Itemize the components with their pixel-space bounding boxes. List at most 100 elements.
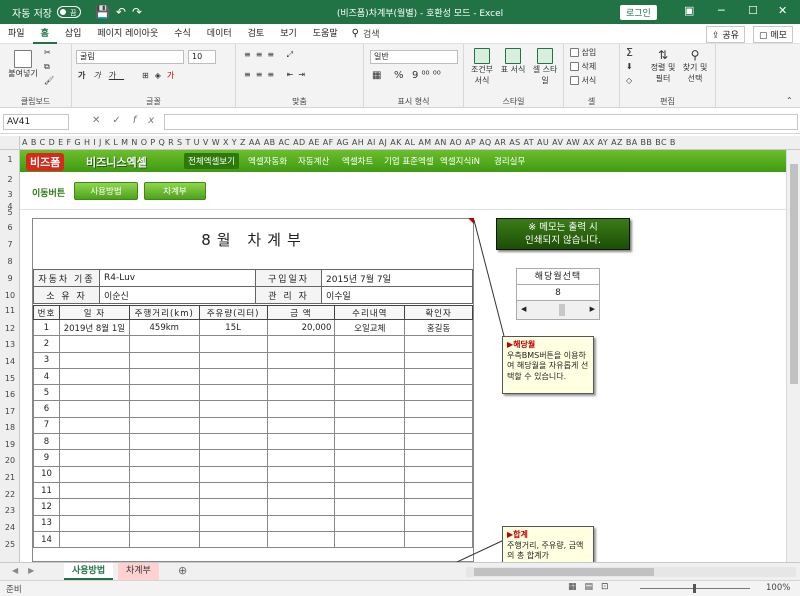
font-style-buttons[interactable]: 가가가 [78, 70, 124, 81]
row-header[interactable]: 22 [0, 490, 20, 499]
font-name-select[interactable]: 굴림 [76, 50, 184, 64]
delete-cells-button[interactable]: 삭제 [570, 61, 596, 72]
tab-page-layout[interactable]: 페이지 레이아웃 [89, 24, 166, 44]
maximize-icon[interactable]: ☐ [748, 4, 758, 17]
row-header[interactable]: 24 [0, 523, 20, 532]
format-painter-icon[interactable]: 🖌 [44, 76, 54, 85]
row-header[interactable]: 12 [0, 324, 20, 333]
row-header[interactable]: 1 [0, 155, 20, 164]
clear-icon[interactable]: ◇ [626, 76, 632, 85]
sort-filter-button[interactable]: ⇅ 정렬 및 필터 [648, 48, 678, 84]
close-icon[interactable]: ✕ [778, 4, 787, 17]
name-box[interactable]: AV41 [3, 114, 69, 130]
scroll-left-icon[interactable]: ◀ [521, 305, 526, 313]
formula-icons[interactable]: ✕✓fx [92, 115, 166, 126]
row-header[interactable]: 17 [0, 407, 20, 416]
ribbon-display-icon[interactable]: ▣ [684, 4, 694, 17]
row-header[interactable]: 3 [0, 190, 20, 199]
find-select-button[interactable]: ⚲ 찾기 및 선택 [680, 48, 710, 84]
row-header[interactable]: 10 [0, 291, 20, 300]
row-header[interactable]: 21 [0, 473, 20, 482]
tab-data[interactable]: 데이터 [199, 24, 240, 44]
autosave-toggle[interactable]: 끔 [56, 6, 81, 18]
search-icon[interactable]: ⚲ [352, 28, 359, 39]
scroll-thumb[interactable] [790, 164, 798, 384]
row-header[interactable]: 18 [0, 423, 20, 432]
format-icon [570, 76, 579, 85]
worksheet-grid[interactable]: 비즈폼 비즈니스엑셀 전체엑셀보기 엑셀자동화 자동계산 엑셀차트 기업 표준엑… [20, 150, 786, 562]
month-value[interactable]: 8 [517, 285, 599, 301]
sheet-tab-ledger[interactable]: 차계부 [118, 563, 159, 580]
fill-icon[interactable]: ⬇ [626, 62, 633, 71]
formula-input[interactable] [164, 114, 798, 130]
row-header[interactable]: 5 [0, 208, 20, 217]
horizontal-scrollbar[interactable] [466, 567, 796, 577]
tab-view[interactable]: 보기 [272, 24, 305, 44]
copy-icon[interactable]: ⧉ [44, 62, 50, 72]
tab-formulas[interactable]: 수식 [166, 24, 199, 44]
vertical-align-icons[interactable]: ≡≡≡ ⤢ [244, 50, 298, 60]
row-header[interactable]: 23 [0, 506, 20, 515]
view-buttons[interactable]: ▦▤⊡ [568, 582, 617, 592]
row-header[interactable]: 16 [0, 390, 20, 399]
tab-home[interactable]: 홈 [32, 24, 57, 44]
row-header[interactable]: 15 [0, 374, 20, 383]
scroll-right-icon[interactable]: ▶ [590, 305, 595, 313]
autosave-state: 끔 [69, 9, 77, 17]
tab-file[interactable]: 파일 [0, 24, 33, 44]
month-scrollbar[interactable]: ◀ ▶ [517, 301, 599, 319]
login-button[interactable]: 로그인 [620, 5, 657, 20]
add-sheet-icon[interactable]: ⊕ [178, 564, 187, 577]
paste-button[interactable]: 붙여넣기 [8, 50, 38, 79]
sheet-tab-usage[interactable]: 사용방법 [64, 563, 114, 580]
comment-total[interactable]: ▶합계 주행거리, 주유량, 금액의 총 합계가 [502, 526, 594, 562]
font-size-select[interactable]: 10 [188, 50, 216, 64]
cut-icon[interactable]: ✂ [44, 48, 51, 57]
vertical-scrollbar[interactable] [786, 150, 800, 562]
row-header[interactable]: 8 [0, 257, 20, 266]
insert-cells-button[interactable]: 삽입 [570, 47, 596, 58]
conditional-format-button[interactable]: 조건부 서식 [468, 48, 496, 86]
font-color-buttons[interactable]: ⊞◈가 [142, 70, 180, 81]
row-header[interactable]: 13 [0, 340, 20, 349]
row-header[interactable]: 2 [0, 175, 20, 184]
row-header[interactable]: 7 [0, 240, 20, 249]
percent-button[interactable]: % [394, 70, 404, 81]
tab-help[interactable]: 도움말 [305, 24, 346, 44]
cell-style-button[interactable]: 셀 스타일 [530, 48, 560, 86]
comma-icon[interactable]: 9 ⁰⁰ ⁰⁰ [412, 70, 441, 81]
comments-button[interactable]: ▢ 메모 [753, 26, 793, 43]
row-header[interactable]: 9 [0, 274, 20, 283]
scroll-thumb[interactable] [559, 304, 565, 316]
row-header[interactable]: 20 [0, 456, 20, 465]
column-letters[interactable]: A B C D E F G H I J K L M N O P Q R S T … [22, 138, 676, 147]
format-table-button[interactable]: 표 서식 [500, 48, 526, 75]
scroll-thumb[interactable] [474, 568, 654, 576]
search-box[interactable]: 검색 [363, 27, 380, 40]
row-header[interactable]: 6 [0, 223, 20, 232]
row-header[interactable]: 25 [0, 540, 20, 549]
row-header[interactable]: 14 [0, 357, 20, 366]
comment-month[interactable]: ▶해당월 우측BMS버튼을 이용하여 해당월을 자유롭게 선택할 수 있습니다. [502, 336, 594, 394]
minimize-icon[interactable]: ─ [718, 4, 725, 17]
share-button[interactable]: ⇪ 공유 [706, 26, 745, 43]
tab-insert[interactable]: 삽입 [57, 24, 90, 44]
tab-review[interactable]: 검토 [240, 24, 273, 44]
quick-access-toolbar[interactable]: 💾↶↷ [95, 5, 148, 19]
zoom-slider[interactable] [640, 584, 750, 593]
format-cells-button[interactable]: 서식 [570, 75, 596, 86]
sheet-nav-arrows[interactable]: ◀▶ [12, 566, 44, 575]
horizontal-align-icons[interactable]: ≡≡≡ ⇤⇥ [244, 70, 310, 79]
autosum-icon[interactable]: Σ [626, 46, 633, 59]
currency-icon[interactable]: ▦ [372, 70, 381, 81]
sort-icon: ⇅ [657, 48, 669, 62]
zoom-level[interactable]: 100% [766, 583, 790, 593]
fx-icon[interactable]: fx [133, 115, 166, 126]
row-header[interactable]: 19 [0, 440, 20, 449]
collapse-ribbon-icon[interactable]: ⌃ [786, 96, 793, 105]
group-label: 표시 형식 [397, 97, 430, 106]
comment-body: 주행거리, 주유량, 금액의 총 합계가 [507, 540, 584, 561]
select-all-corner[interactable] [0, 136, 20, 149]
row-header[interactable]: 11 [0, 306, 20, 315]
number-format-select[interactable]: 일반 [370, 50, 458, 64]
